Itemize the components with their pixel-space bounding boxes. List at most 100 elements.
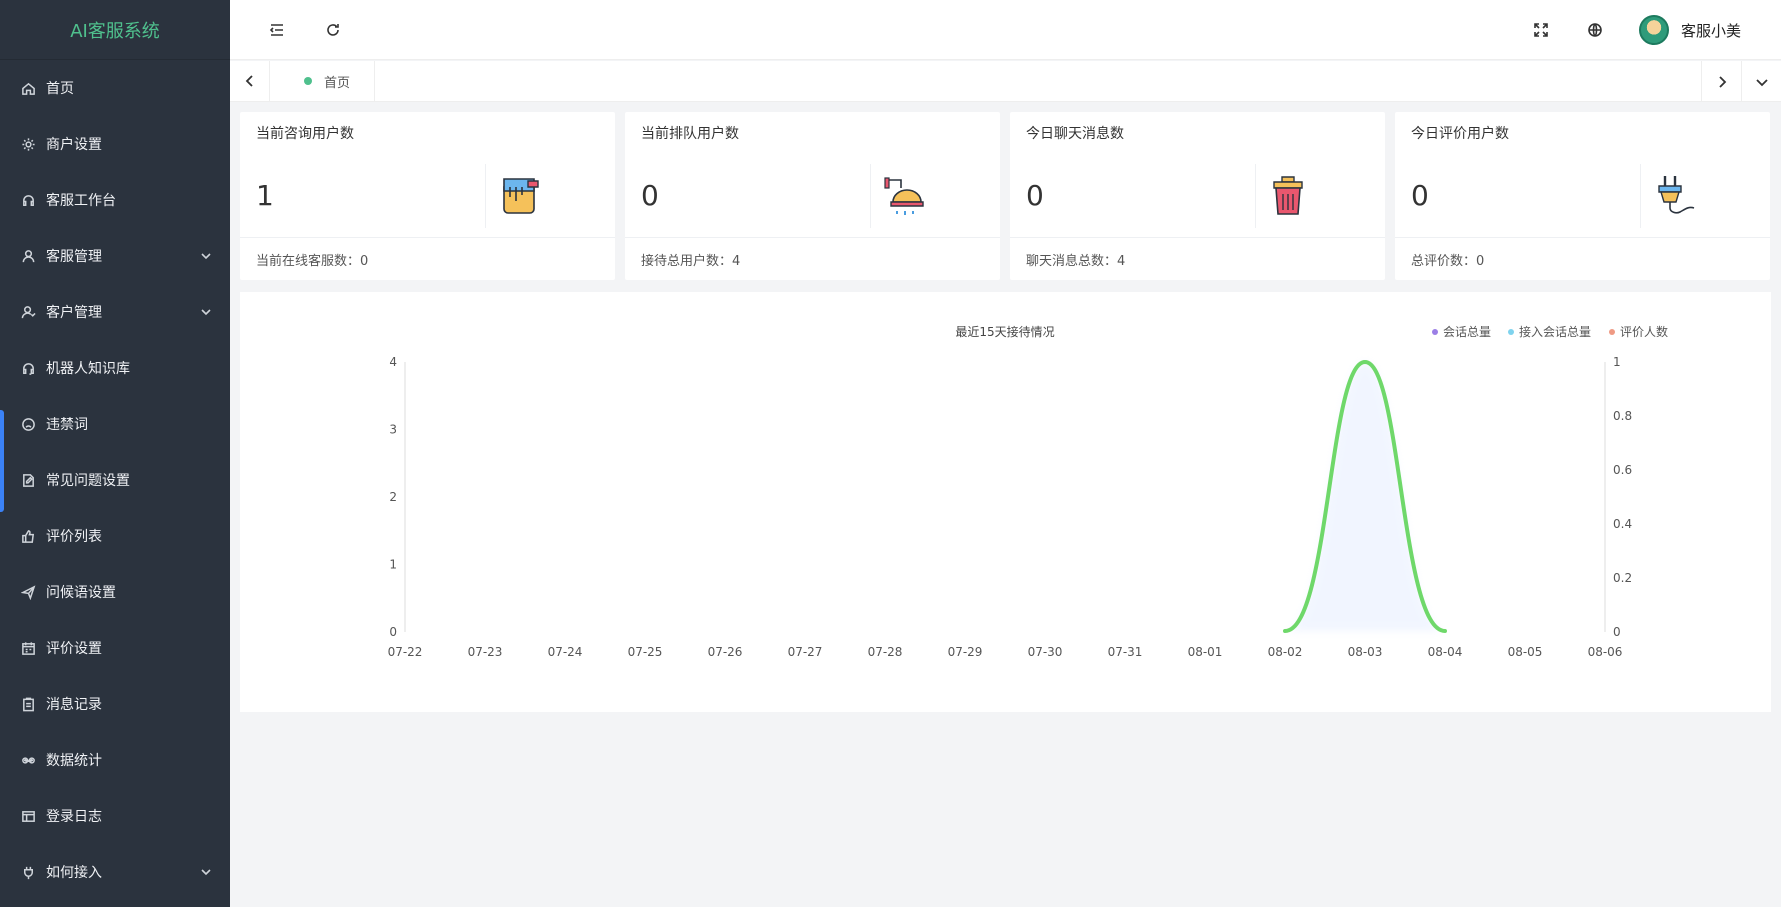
thumb-up-icon	[20, 528, 36, 544]
sidebar-item-5[interactable]: 机器人知识库	[0, 340, 230, 396]
card-title: 今日聊天消息数	[1026, 126, 1124, 142]
x-tick-label: 07-26	[708, 645, 743, 659]
legend-label: 会话总量	[1443, 325, 1491, 339]
sidebar-item-10[interactable]: 评价设置	[0, 620, 230, 676]
gear-icon	[20, 136, 36, 152]
y-left-tick-label: 3	[389, 423, 397, 437]
language-globe-icon[interactable]	[1585, 20, 1605, 40]
user-menu[interactable]: 客服小美	[1638, 15, 1741, 45]
chevron-right-icon	[1718, 75, 1726, 88]
active-indicator	[0, 410, 4, 512]
sidebar-item-7[interactable]: 常见问题设置	[0, 452, 230, 508]
x-tick-label: 07-25	[628, 645, 663, 659]
y-right-tick-label: 0	[1613, 625, 1621, 639]
sidebar-item-11[interactable]: 消息记录	[0, 676, 230, 732]
y-right-tick-label: 0.8	[1613, 409, 1632, 423]
sidebar-item-label: 数据统计	[46, 753, 102, 769]
app-logo-title: AI客服系统	[0, 0, 230, 60]
x-tick-label: 08-03	[1348, 645, 1383, 659]
card-value: 1	[256, 179, 274, 212]
y-left-tick-label: 1	[389, 558, 397, 572]
sidebar-item-label: 消息记录	[46, 697, 102, 713]
card-footer: 总评价数：0	[1411, 253, 1485, 269]
card-footer: 当前在线客服数：0	[256, 253, 369, 269]
sidebar-item-0[interactable]: 首页	[0, 60, 230, 116]
y-right-tick-label: 0.4	[1613, 517, 1632, 531]
y-left-tick-label: 0	[389, 625, 397, 639]
card-footer: 接待总用户数：4	[641, 253, 741, 269]
sidebar-item-label: 常见问题设置	[46, 473, 130, 489]
tabs-dropdown-button[interactable]	[1741, 61, 1781, 102]
calendar-icon	[20, 640, 36, 656]
x-tick-label: 07-27	[788, 645, 823, 659]
sidebar-item-13[interactable]: 登录日志	[0, 788, 230, 844]
user-icon	[20, 248, 36, 264]
card-footer: 聊天消息总数：4	[1026, 253, 1126, 269]
sidebar-item-2[interactable]: 客服工作台	[0, 172, 230, 228]
x-tick-label: 07-24	[548, 645, 583, 659]
clipboard-icon	[20, 696, 36, 712]
legend-marker	[1508, 329, 1514, 335]
card-value: 0	[641, 179, 659, 212]
legend-label: 评价人数	[1620, 324, 1668, 339]
plug-icon	[20, 864, 36, 880]
sidebar-item-label: 评价设置	[46, 641, 102, 657]
shower-icon	[870, 163, 1000, 228]
sidebar-item-3[interactable]: 客服管理	[0, 228, 230, 284]
sidebar-item-14[interactable]: 如何接入	[0, 844, 230, 900]
sidebar-item-1[interactable]: 商户设置	[0, 116, 230, 172]
sidebar-item-8[interactable]: 评价列表	[0, 508, 230, 564]
stat-card-queue: 当前排队用户数 0 接待总用户数：4	[625, 112, 1000, 280]
tabs-scroll-left-button[interactable]	[230, 60, 270, 102]
sidebar-item-label: 问候语设置	[46, 585, 116, 601]
window-icon	[20, 808, 36, 824]
card-value: 0	[1411, 179, 1429, 212]
sidebar-item-label: 客服工作台	[46, 193, 116, 209]
sidebar-item-6[interactable]: 违禁词	[0, 396, 230, 452]
sidebar-item-label: 机器人知识库	[46, 361, 130, 377]
tab-home[interactable]: 首页	[270, 60, 376, 102]
frown-icon	[20, 416, 36, 432]
sidebar-item-12[interactable]: 数据统计	[0, 732, 230, 788]
collapse-menu-icon[interactable]	[267, 20, 287, 40]
robot-icon	[20, 360, 36, 376]
sidebar-item-9[interactable]: 问候语设置	[0, 564, 230, 620]
username: 客服小美	[1680, 21, 1741, 40]
legend-marker	[1609, 329, 1615, 335]
card-title: 当前咨询用户数	[256, 126, 354, 142]
tabs-bar: 首页	[230, 60, 1781, 102]
sidebar-item-label: 商户设置	[46, 137, 102, 153]
active-tab-dot	[304, 77, 312, 85]
x-tick-label: 08-05	[1508, 645, 1543, 659]
x-tick-label: 08-01	[1188, 645, 1223, 659]
sidebar-item-label: 首页	[46, 81, 74, 97]
chevron-down-icon	[200, 866, 212, 882]
sidebar-item-4[interactable]: 客户管理	[0, 284, 230, 340]
sidebar: AI客服系统 首页商户设置客服工作台客服管理客户管理机器人知识库违禁词常见问题设…	[0, 0, 230, 907]
card-title: 今日评价用户数	[1411, 126, 1509, 142]
x-tick-label: 07-23	[468, 645, 503, 659]
top-header: 客服小美	[230, 0, 1781, 60]
y-right-tick-label: 1	[1613, 355, 1621, 369]
fullscreen-icon[interactable]	[1531, 20, 1551, 40]
x-tick-label: 07-22	[388, 645, 423, 659]
x-tick-label: 07-30	[1028, 645, 1063, 659]
chevron-down-icon	[200, 250, 212, 266]
x-tick-label: 07-28	[868, 645, 903, 659]
send-icon	[20, 584, 36, 600]
stat-card-ratings: 今日评价用户数 0 总评价数：0	[1395, 112, 1770, 280]
refresh-icon[interactable]	[323, 20, 343, 40]
x-tick-label: 08-06	[1588, 645, 1623, 659]
sidebar-item-label: 如何接入	[46, 865, 102, 881]
x-tick-label: 08-02	[1268, 645, 1303, 659]
y-left-tick-label: 2	[389, 490, 397, 504]
legend-marker	[1432, 329, 1438, 335]
stat-card-messages: 今日聊天消息数 0 聊天消息总数：4	[1010, 112, 1385, 280]
y-right-tick-label: 0.6	[1613, 463, 1632, 477]
chevron-down-icon	[200, 306, 212, 322]
tabs-scroll-right-button[interactable]	[1701, 61, 1741, 102]
power-plug-icon	[1640, 163, 1770, 228]
sidebar-item-label: 客服管理	[46, 249, 102, 265]
reception-line-chart: 最近15天接待情况 会话总量 接入会话总量 评价人数 0 1 2 3 4 0 0.2 0.4 0.6 0.…	[388, 324, 1668, 659]
card-title: 当前排队用户数	[641, 126, 739, 142]
